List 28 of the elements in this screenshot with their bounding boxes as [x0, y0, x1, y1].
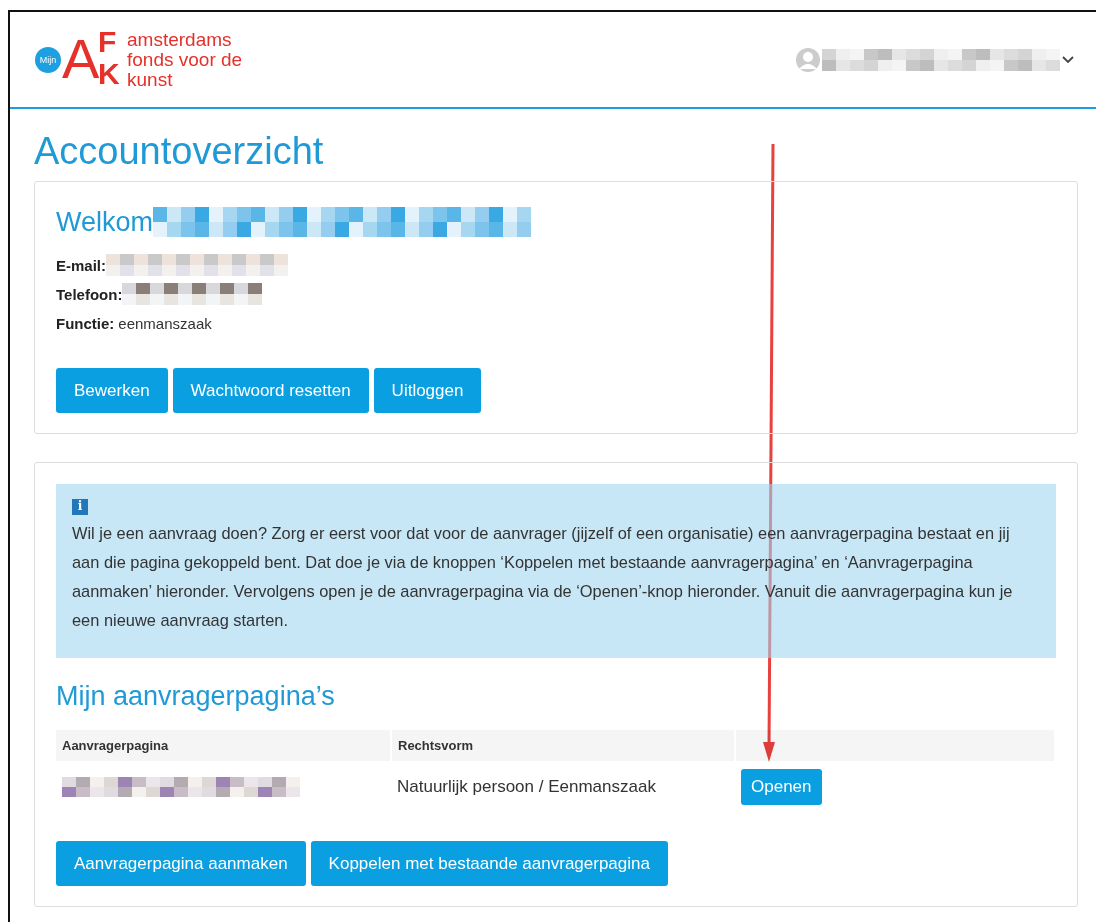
action-button[interactable]: Koppelen met bestaande aanvragerpagina: [310, 841, 668, 886]
logo-badge: Mijn: [35, 46, 61, 73]
action-button[interactable]: Bewerken: [56, 368, 168, 413]
section-heading: Mijn aanvragerpagina’s: [56, 680, 336, 712]
logo-letter: K: [98, 58, 120, 89]
welcome-heading: Welkom: [56, 206, 154, 238]
action-button[interactable]: Aanvragerpagina aanmaken: [56, 841, 306, 886]
column-header: Rechtsvorm: [391, 730, 735, 761]
logo-letter: F: [98, 26, 117, 57]
action-button[interactable]: Wachtwoord resetten: [172, 368, 369, 413]
action-button[interactable]: Uitloggen: [373, 368, 482, 413]
open-button[interactable]: Openen: [741, 769, 822, 805]
logo-text-line: fonds voor de: [127, 49, 243, 70]
column-header: Aanvragerpagina: [56, 730, 391, 761]
field-label: Telefoon:: [56, 285, 123, 303]
field-label: E-mail:: [56, 256, 106, 274]
info-icon: i: [72, 498, 88, 515]
user-avatar-icon: [796, 47, 820, 72]
field-label: Functie:: [56, 314, 115, 332]
info-text: Wil je een aanvraag doen? Zorg er eerst voor dat voor de aanvrager (jijzelf of een organisatie) een aanvragerpagina bestaat en jij aan die pagina gekoppeld bent. Dat doe je via de knoppen ‘Koppelen met bestaande aanvragerpagina’ en ‘Aanvragerpagina aanmaken’ hieronder. Vervolgens open je de aanvragerpagina via de ‘Openen’-knop hieronder. Vanuit die aanvragerpagina kun je een nieuwe aanvraag starten.: [72, 523, 1014, 631]
field-value: eenmanszaak: [118, 314, 212, 332]
chevron-down-icon: [1062, 55, 1074, 64]
logo-text-line: amsterdams: [127, 29, 233, 50]
table-cell: Natuurlijk persoon / Eenmanszaak: [391, 761, 735, 813]
user-menu[interactable]: [796, 47, 1074, 72]
logo-text-line: kunst: [127, 69, 174, 90]
logo-letter: A: [62, 30, 100, 87]
page-title: Accountoverzicht: [34, 129, 325, 173]
